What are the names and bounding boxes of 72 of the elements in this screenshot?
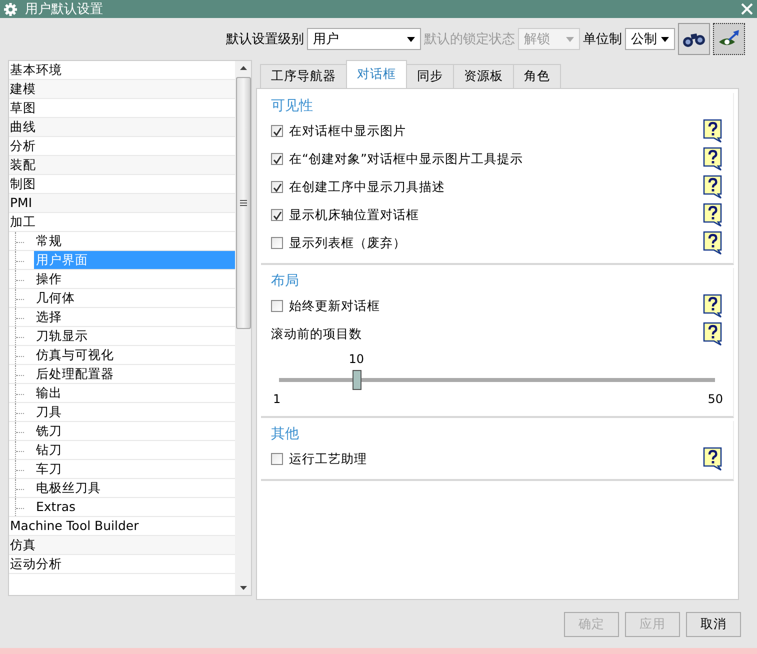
checkbox[interactable] <box>271 181 283 193</box>
unit-system-dropdown[interactable]: 公制 <box>625 28 675 50</box>
checkbox-label[interactable]: 显示列表框（废弃） <box>289 234 703 252</box>
tree-item[interactable]: 刀具 <box>34 403 235 421</box>
caret-icon <box>661 36 669 42</box>
help-icon[interactable] <box>703 203 723 227</box>
checkbox[interactable] <box>271 300 283 312</box>
tab[interactable]: 角色 <box>513 64 561 88</box>
section-title: 可见性 <box>271 97 314 116</box>
help-icon[interactable] <box>703 231 723 255</box>
eye-arrow-button[interactable] <box>713 23 745 55</box>
checkbox[interactable] <box>271 453 283 465</box>
tree-item[interactable]: 输出 <box>34 384 235 402</box>
tree-item[interactable]: 加工 <box>9 213 235 232</box>
tree-item[interactable]: 电极丝刀具 <box>34 479 235 497</box>
close-icon[interactable] <box>741 3 753 15</box>
tree-item[interactable]: 刀轨显示 <box>34 327 235 345</box>
tab[interactable]: 工序导航器 <box>260 64 347 88</box>
section-title: 其他 <box>271 425 300 444</box>
checkbox[interactable] <box>271 209 283 221</box>
checkbox-label[interactable]: 在“创建对象”对话框中显示图片工具提示 <box>289 150 703 168</box>
tree-item[interactable]: 操作 <box>34 270 235 288</box>
help-icon[interactable] <box>703 322 723 346</box>
defaults-level-label: 默认设置级别 <box>226 31 304 48</box>
slider-thumb[interactable] <box>352 370 362 390</box>
tree-item[interactable]: 车刀 <box>34 460 235 478</box>
tree-item[interactable]: Extras <box>34 498 235 516</box>
slider-value: 10 <box>348 352 364 366</box>
help-icon[interactable] <box>703 147 723 171</box>
defaults-level-dropdown[interactable]: 用户 <box>307 28 421 50</box>
tree-item[interactable]: 仿真 <box>9 536 235 555</box>
help-icon[interactable] <box>703 294 723 318</box>
tree-item[interactable]: 仿真与可视化 <box>34 346 235 364</box>
gear-icon <box>4 2 17 16</box>
tree-item[interactable]: 建模 <box>9 80 235 99</box>
tree-item[interactable]: 后处理配置器 <box>34 365 235 383</box>
tab[interactable]: 对话框 <box>346 60 407 88</box>
window-title: 用户默认设置 <box>25 1 104 18</box>
tree-item[interactable]: 几何体 <box>34 289 235 307</box>
tree-item[interactable]: PMI <box>9 194 235 213</box>
slider-min: 1 <box>273 392 281 406</box>
checkbox-label[interactable]: 在对话框中显示图片 <box>289 122 703 140</box>
scroll-up-icon[interactable] <box>240 66 246 70</box>
unit-system-label: 单位制 <box>583 31 622 48</box>
tree-item[interactable]: 常规 <box>34 232 235 250</box>
scrollbar[interactable] <box>235 61 251 595</box>
caret-icon <box>407 36 415 42</box>
help-icon[interactable] <box>703 175 723 199</box>
tree-item[interactable]: 装配 <box>9 156 235 175</box>
checkbox-label[interactable]: 在创建工序中显示刀具描述 <box>289 178 703 196</box>
tree-item[interactable]: 选择 <box>34 308 235 326</box>
tree-item[interactable]: 运动分析 <box>9 555 235 574</box>
checkbox[interactable] <box>271 237 283 249</box>
binoculars-button[interactable] <box>678 23 710 55</box>
help-icon[interactable] <box>703 447 723 471</box>
dialog-button[interactable]: 取消 <box>686 612 741 636</box>
checkbox-label[interactable]: 运行工艺助理 <box>289 450 703 468</box>
help-icon[interactable] <box>703 119 723 143</box>
checkbox[interactable] <box>271 153 283 165</box>
grip-icon <box>240 200 246 206</box>
slider-max: 50 <box>708 392 723 406</box>
scroll-down-icon[interactable] <box>240 586 246 590</box>
section-title: 布局 <box>271 272 300 291</box>
slider-label: 滚动前的项目数 <box>271 326 363 342</box>
caret-icon <box>566 36 574 42</box>
tree-item[interactable]: 钻刀 <box>34 441 235 459</box>
checkbox-label[interactable]: 显示机床轴位置对话框 <box>289 206 703 224</box>
tree-item[interactable]: 曲线 <box>9 118 235 137</box>
lock-status-label: 默认的锁定状态 <box>424 31 515 48</box>
tree-item[interactable]: 铣刀 <box>34 422 235 440</box>
checkbox-label[interactable]: 始终更新对话框 <box>289 298 703 314</box>
checkbox[interactable] <box>271 125 283 137</box>
